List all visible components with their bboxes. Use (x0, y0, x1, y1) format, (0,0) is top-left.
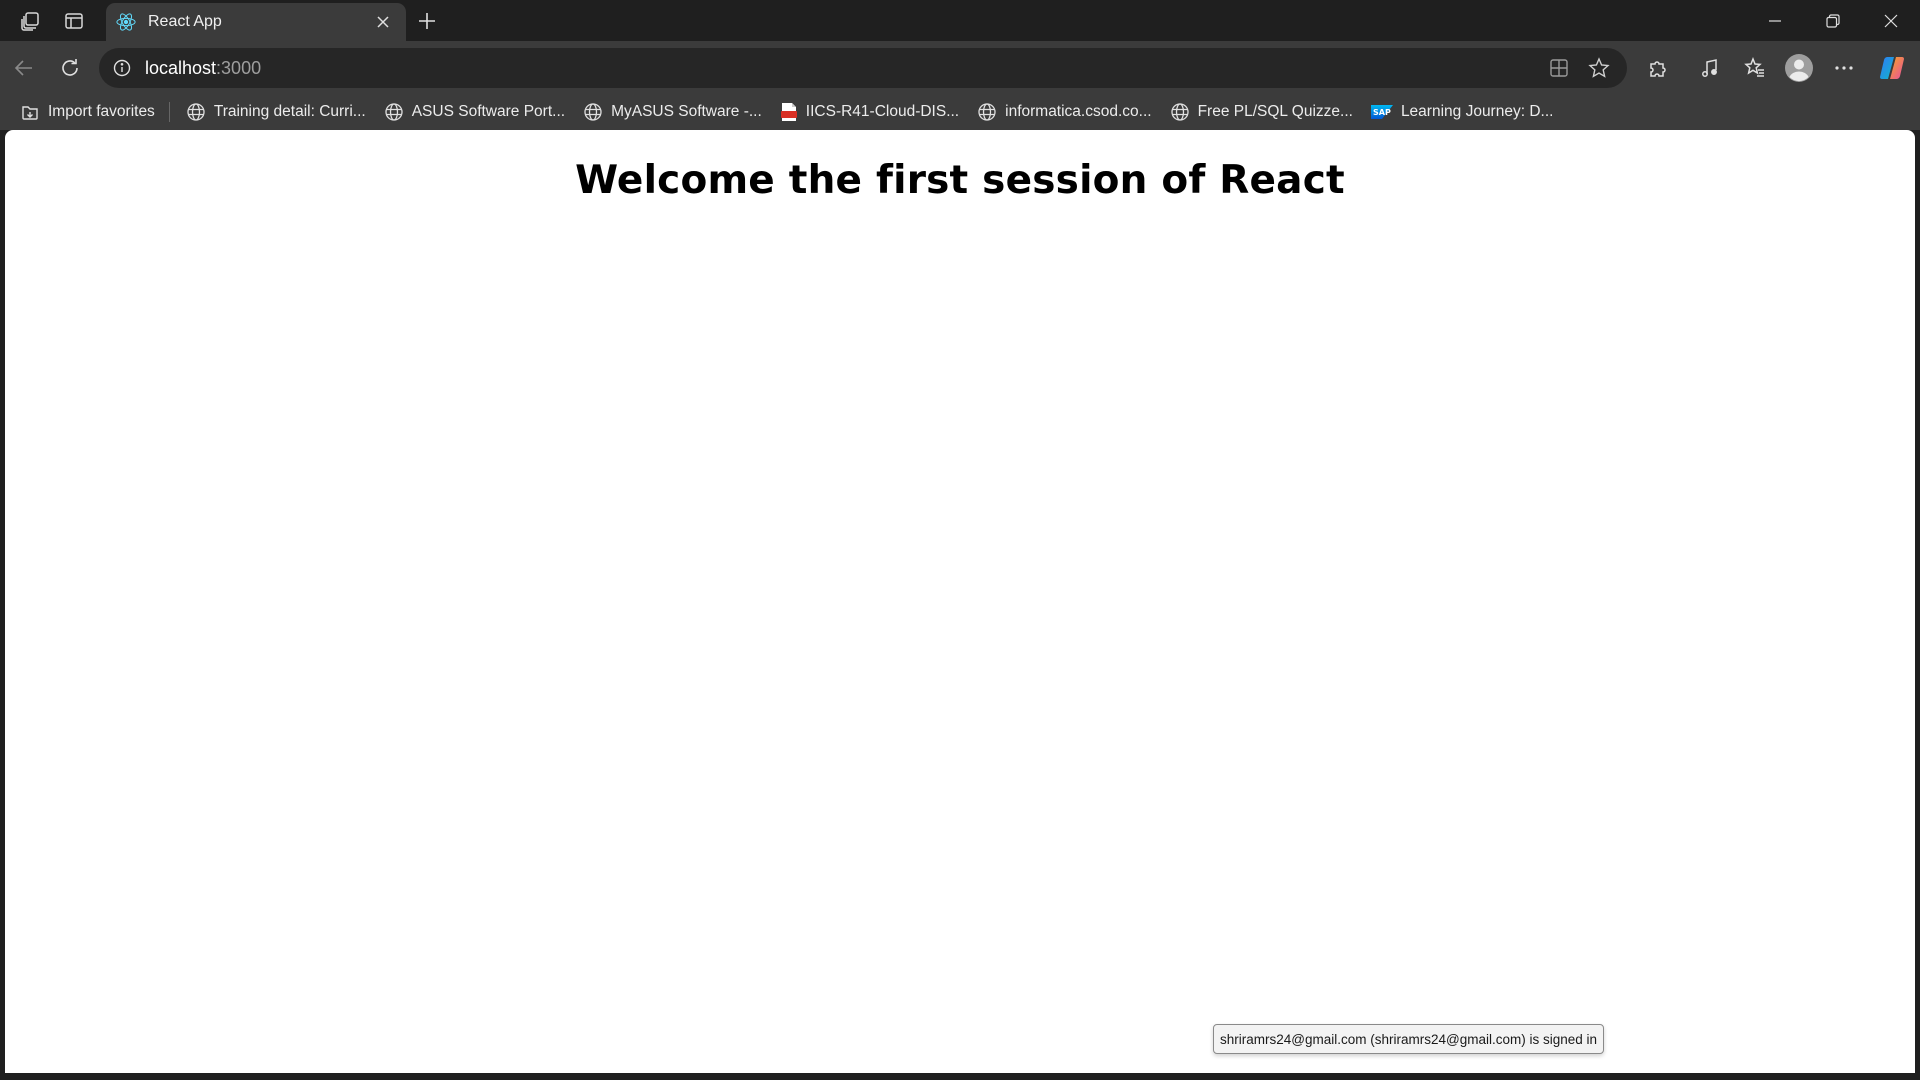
globe-icon (1170, 103, 1189, 121)
tab-close-button[interactable] (370, 9, 396, 35)
globe-icon (187, 103, 205, 121)
address-bar[interactable]: localhost:3000 (99, 48, 1627, 88)
window-controls (1746, 0, 1920, 41)
vertical-tabs-button[interactable] (57, 6, 91, 36)
close-icon (1884, 14, 1898, 27)
apps-icon (1550, 59, 1568, 77)
bookmark-separator (168, 102, 170, 122)
profile-button[interactable] (1781, 50, 1817, 86)
bookmark-label: ASUS Software Port... (411, 103, 566, 120)
bookmark-import-favorites[interactable]: Import favorites (12, 97, 163, 127)
back-button[interactable] (6, 50, 42, 86)
pdf-icon (780, 103, 797, 121)
globe-icon (385, 103, 403, 121)
url-text[interactable]: localhost:3000 (145, 58, 261, 79)
tab-strip: React App (0, 0, 1920, 41)
close-window-button[interactable] (1862, 0, 1920, 41)
sap-icon: SAP (1370, 105, 1393, 119)
globe-icon (978, 103, 996, 121)
add-favorite-button[interactable] (1579, 50, 1619, 86)
bookmark-label: Free PL/SQL Quizze... (1197, 103, 1353, 120)
window-bottom-border (0, 1073, 1920, 1080)
react-atom-icon (116, 13, 136, 31)
page-heading: Welcome the first session of React (575, 158, 1345, 203)
url-host: localhost (145, 57, 217, 78)
bookmark-iics-pdf[interactable]: IICS-R41-Cloud-DIS... (772, 97, 967, 127)
extensions-button[interactable] (1640, 50, 1676, 86)
copilot-button[interactable] (1874, 50, 1910, 86)
bookmark-learning-journey[interactable]: SAP Learning Journey: D... (1363, 97, 1562, 127)
bookmark-label: Import favorites (48, 103, 155, 120)
svg-text:SAP: SAP (1373, 108, 1391, 117)
bookmark-myasus-software[interactable]: MyASUS Software -... (575, 97, 770, 127)
minimize-icon (1769, 19, 1781, 22)
refresh-icon (62, 59, 78, 76)
bookmark-label: MyASUS Software -... (611, 103, 762, 120)
bookmark-label: Learning Journey: D... (1400, 103, 1554, 120)
copilot-icon (1880, 57, 1904, 79)
more-dots-icon (1835, 66, 1853, 70)
info-icon[interactable] (113, 59, 131, 77)
bookmark-label: informatica.csod.co... (1005, 103, 1152, 120)
settings-more-button[interactable] (1826, 50, 1862, 86)
page-viewport: Welcome the first session of React shrir… (5, 130, 1915, 1073)
import-favorites-icon (22, 106, 38, 120)
music-heart-icon (1702, 59, 1717, 77)
avatar-icon (1785, 54, 1813, 82)
favorites-button[interactable] (1737, 50, 1773, 86)
bookmark-training-detail[interactable]: Training detail: Curri... (178, 97, 374, 127)
favorites-list-icon (1744, 57, 1764, 77)
bookmark-label: Training detail: Curri... (213, 103, 366, 120)
plus-icon (419, 13, 435, 29)
star-icon (1588, 57, 1610, 78)
app-available-button[interactable] (1539, 50, 1579, 86)
tab-actions-icon (65, 13, 83, 29)
browser-essentials-button[interactable] (1692, 50, 1728, 86)
back-arrow-icon (14, 60, 32, 76)
url-port: :3000 (216, 57, 262, 78)
refresh-button[interactable] (52, 50, 88, 86)
bookmark-free-plsql-quizzes[interactable]: Free PL/SQL Quizze... (1162, 97, 1361, 127)
new-tab-button[interactable] (410, 5, 444, 37)
puzzle-icon (1650, 61, 1666, 77)
workspaces-icon (21, 12, 39, 31)
signed-in-tooltip: shriramrs24@gmail.com (shriramrs24@gmail… (1213, 1024, 1604, 1054)
tab-react-app[interactable]: React App (106, 3, 406, 41)
bookmark-label: IICS-R41-Cloud-DIS... (805, 103, 960, 120)
bookmark-informatica-csod[interactable]: informatica.csod.co... (969, 97, 1159, 127)
favorites-bar: Import favorites Training detail: Curri.… (0, 94, 1920, 130)
navigation-toolbar: localhost:3000 (0, 41, 1920, 94)
bookmark-asus-software-portal[interactable]: ASUS Software Port... (376, 97, 573, 127)
restore-button[interactable] (1804, 0, 1862, 41)
globe-icon (584, 103, 602, 121)
tab-title: React App (148, 13, 222, 30)
close-icon (377, 16, 389, 28)
minimize-button[interactable] (1746, 0, 1804, 41)
restore-icon (1826, 13, 1840, 28)
workspaces-button[interactable] (13, 6, 47, 36)
address-bar-actions (1539, 50, 1619, 86)
